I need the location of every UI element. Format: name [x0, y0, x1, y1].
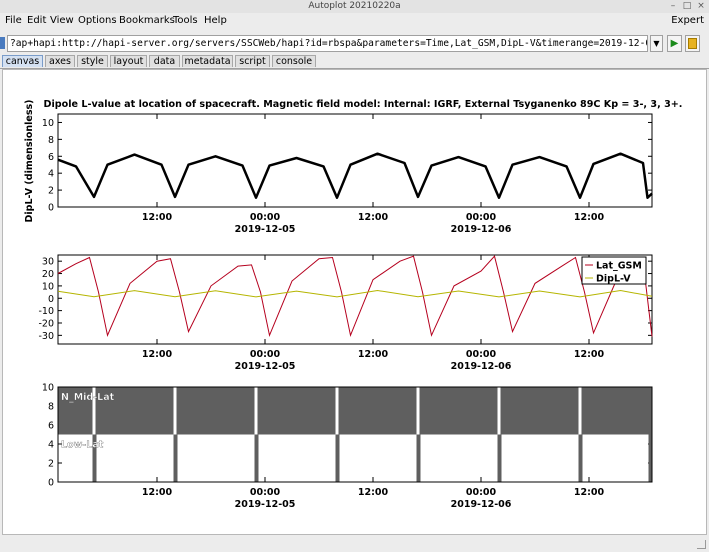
y-tick-label: -10 [38, 306, 54, 317]
x-tick-date-label: 2019-12-05 [235, 499, 296, 510]
mid-lat-band-segment [176, 387, 255, 435]
y-tick-label: 0 [48, 478, 54, 489]
y-tick-label: 10 [42, 383, 54, 394]
x-tick-label: 00:00 [466, 487, 497, 498]
y-tick-label: 4 [48, 440, 54, 451]
y-tick-label: 0 [48, 294, 54, 305]
low-lat-bar [335, 434, 340, 482]
x-tick-label: 12:00 [574, 212, 605, 223]
mid-lat-band-segment [257, 387, 336, 435]
low-lat-bar [416, 434, 421, 482]
y-tick-label: 0 [48, 203, 54, 214]
y-tick-label: 6 [48, 152, 54, 163]
x-tick-label: 12:00 [358, 212, 389, 223]
x-tick-date-label: 2019-12-06 [451, 499, 512, 510]
y-tick-label: -20 [38, 318, 54, 329]
low-lat-bar [578, 434, 583, 482]
x-tick-label: 00:00 [250, 349, 281, 360]
legend-label: Lat_GSM [596, 261, 642, 272]
plot-title: Dipole L-value at location of spacecraft… [44, 99, 683, 110]
y-tick-label: -30 [38, 331, 54, 342]
x-tick-label: 00:00 [250, 487, 281, 498]
y-tick-label: 2 [48, 186, 54, 197]
x-tick-label: 12:00 [358, 487, 389, 498]
low-lat-bar [173, 434, 178, 482]
dipl-v-line-secondary [57, 289, 653, 298]
low-lat-bar [254, 434, 259, 482]
y-tick-label: 10 [42, 281, 54, 292]
lat-gsm-line [57, 255, 653, 338]
y-tick-label: 8 [48, 135, 54, 146]
y-tick-label: 30 [42, 257, 54, 268]
y-tick-label: 2 [48, 459, 54, 470]
x-tick-label: 00:00 [466, 212, 497, 223]
mid-lat-band-segment [581, 387, 652, 435]
x-tick-date-label: 2019-12-05 [235, 361, 296, 372]
y-tick-label: 8 [48, 402, 54, 413]
x-tick-date-label: 2019-12-05 [235, 224, 296, 235]
x-tick-label: 12:00 [142, 212, 173, 223]
x-tick-label: 00:00 [466, 349, 497, 360]
x-tick-label: 12:00 [574, 487, 605, 498]
y-tick-label: 10 [42, 118, 54, 129]
x-tick-label: 12:00 [142, 349, 173, 360]
mid-lat-band-segment [419, 387, 498, 435]
legend-label: DipL-V [596, 274, 631, 285]
plot-canvas[interactable]: Dipole L-value at location of spacecraft… [2, 69, 707, 535]
status-bar [0, 537, 709, 551]
x-tick-date-label: 2019-12-06 [451, 361, 512, 372]
x-tick-date-label: 2019-12-06 [451, 224, 512, 235]
mid-lat-band-segment [500, 387, 579, 435]
y-tick-label: 4 [48, 169, 54, 180]
dipl-v-line [57, 152, 653, 199]
x-tick-label: 00:00 [250, 212, 281, 223]
y-tick-label: 6 [48, 421, 54, 432]
y-tick-label: 20 [42, 269, 54, 280]
y-axis-label: DipL-V (dimensionless) [24, 100, 35, 223]
resize-grip-icon[interactable] [697, 540, 706, 549]
plot-svg: Dipole L-value at location of spacecraft… [24, 99, 683, 510]
mid-lat-band-segment [338, 387, 417, 435]
x-tick-label: 12:00 [574, 349, 605, 360]
x-tick-label: 12:00 [358, 349, 389, 360]
low-lat-bar [497, 434, 502, 482]
band-label-lower: Low-Lat [61, 440, 104, 451]
x-tick-label: 12:00 [142, 487, 173, 498]
panel-frame-2 [57, 254, 653, 345]
band-label-upper: N_Mid-Lat [61, 392, 115, 403]
